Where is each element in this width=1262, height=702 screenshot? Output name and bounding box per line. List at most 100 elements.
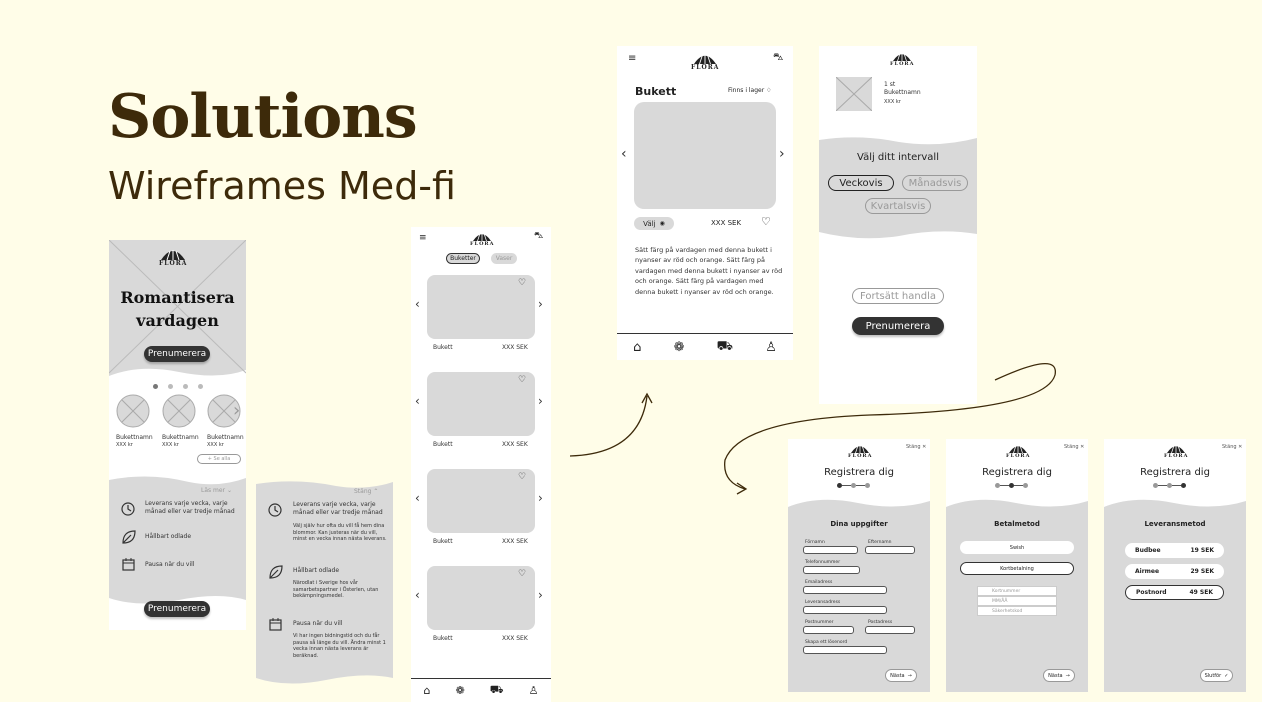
close-toggle[interactable]: Stäng ⌃ <box>354 488 378 495</box>
select-button[interactable]: Välj ◉ <box>634 217 674 230</box>
product-price: XXX SEK <box>711 219 742 227</box>
tab-bouquets[interactable]: Buketter <box>446 253 480 264</box>
feature-pause-title: Pausa när du vill <box>293 620 343 627</box>
subscribe-button[interactable]: Prenumerera <box>852 317 944 335</box>
product-card[interactable]: ♡ ‹ › Bukett XXX SEK <box>411 372 551 452</box>
interval-quarterly[interactable]: Kvartalsvis <box>865 198 931 214</box>
swish-option[interactable]: Swish <box>960 541 1074 554</box>
home-icon[interactable]: ⌂ <box>424 684 431 697</box>
zip-field[interactable] <box>803 626 854 634</box>
product-card[interactable]: ♡ ‹ › Bukett XXX SEK <box>411 275 551 355</box>
cvc-field[interactable]: Säkerhetskod <box>977 606 1057 616</box>
chevron-right-icon[interactable]: › <box>538 394 543 408</box>
hero-title: Romantisera vardagen <box>109 286 246 332</box>
frame-product-detail: ≡ FLORA ⛍ Bukett Finns i lager ♢ ‹ › Väl… <box>617 46 793 360</box>
product-name: Bukett <box>433 538 453 545</box>
flower-icon[interactable]: ❁ <box>456 684 465 697</box>
delivery-name: Budbee <box>1135 547 1161 554</box>
chevron-left-icon[interactable]: ‹ <box>621 146 627 162</box>
password-field[interactable] <box>803 646 887 654</box>
basket-icon[interactable]: ⛍ <box>534 231 543 242</box>
chevron-right-icon[interactable]: › <box>538 588 543 602</box>
next-button[interactable]: Nästa → <box>1043 669 1075 682</box>
product-card[interactable]: ♡ ‹ › Bukett XXX SEK <box>411 469 551 549</box>
select-label: Välj <box>643 219 656 228</box>
home-icon[interactable]: ⌂ <box>633 340 641 355</box>
cart-icon[interactable]: ⛟ <box>490 683 504 698</box>
close-button[interactable]: Stäng ✕ <box>1222 444 1242 450</box>
section-heading: Betalmetod <box>994 520 1040 528</box>
bell-icon: ♢ <box>766 87 772 94</box>
frame-register-step3: FLORA Stäng ✕ Registrera dig Leveransmet… <box>1104 439 1246 692</box>
chevron-right-icon[interactable]: › <box>538 491 543 505</box>
user-icon[interactable]: ♙ <box>765 340 777 355</box>
first-name-field[interactable] <box>803 546 858 554</box>
delivery-name: Postnord <box>1136 589 1167 596</box>
bouquet-card[interactable]: Bukettnamn XXX kr <box>116 394 153 448</box>
product-name: Bukett <box>433 635 453 642</box>
interval-weekly[interactable]: Veckovis <box>828 175 894 191</box>
page-subtitle: Wireframes Med-fi <box>108 164 456 208</box>
logo-text: FLORA <box>691 64 720 71</box>
chevron-right-icon[interactable]: › <box>779 146 785 162</box>
leaf-icon <box>122 530 136 544</box>
phone-field[interactable] <box>803 566 860 574</box>
chevron-left-icon[interactable]: ‹ <box>415 297 420 311</box>
product-price: XXX SEK <box>502 635 528 642</box>
heart-icon[interactable]: ♡ <box>518 569 526 579</box>
heart-icon[interactable]: ♡ <box>518 375 526 385</box>
see-all-label: Se alla <box>213 456 231 462</box>
bouquet-card[interactable]: Bukettnamn XXX kr <box>162 394 199 448</box>
basket-icon[interactable]: ⛍ <box>773 52 783 65</box>
delivery-option[interactable]: Postnord 49 SEK <box>1125 585 1224 600</box>
frame-register-step1: FLORA Stäng ✕ Registrera dig Dina uppgif… <box>788 439 930 692</box>
email-label: Emailadress <box>805 580 833 585</box>
chevron-right-icon[interactable]: › <box>233 400 240 421</box>
close-button[interactable]: Stäng ✕ <box>906 444 926 450</box>
subscribe-bottom-button[interactable]: Prenumerera <box>144 601 210 617</box>
product-card[interactable]: ♡ ‹ › Bukett XXX SEK <box>411 566 551 646</box>
chevron-left-icon[interactable]: ‹ <box>415 394 420 408</box>
chevron-right-icon[interactable]: › <box>538 297 543 311</box>
close-icon: ✕ <box>1080 444 1085 450</box>
last-name-field[interactable] <box>865 546 915 554</box>
card-option[interactable]: Kortbetalning <box>960 562 1074 575</box>
frame-catalog: ≡ FLORA ⛍ Buketter Vaser ♡ ‹ › Bukett XX… <box>411 227 551 702</box>
hamburger-menu-icon[interactable]: ≡ <box>628 53 636 64</box>
flora-logo: FLORA <box>1164 444 1188 459</box>
user-icon[interactable]: ♙ <box>529 684 539 697</box>
city-field[interactable] <box>865 626 915 634</box>
cart-icon[interactable]: ⛟ <box>717 339 733 356</box>
feature-sustainable-text: Närodlat i Sverige hos vår samarbetspart… <box>293 580 379 599</box>
chevron-up-icon: ⌃ <box>373 488 379 495</box>
subscribe-button[interactable]: Prenumerera <box>144 346 210 362</box>
heart-icon[interactable]: ♡ <box>518 278 526 288</box>
continue-shopping-button[interactable]: Fortsätt handla <box>852 288 944 304</box>
hamburger-menu-icon[interactable]: ≡ <box>419 233 427 243</box>
next-button[interactable]: Nästa → <box>885 669 917 682</box>
finish-button[interactable]: Slutför ✓ <box>1200 669 1233 682</box>
chevron-left-icon[interactable]: ‹ <box>415 491 420 505</box>
email-field[interactable] <box>803 586 887 594</box>
address-field[interactable] <box>803 606 887 614</box>
read-more-toggle[interactable]: Läs mer ⌄ <box>201 487 232 494</box>
expiry-field[interactable]: MM/ÅÅ <box>977 596 1057 606</box>
chevron-left-icon[interactable]: ‹ <box>415 588 420 602</box>
close-button[interactable]: Stäng ✕ <box>1064 444 1084 450</box>
tab-vases[interactable]: Vaser <box>491 253 517 264</box>
feature-delivery: Leverans varje vecka, varje månad eller … <box>145 500 235 515</box>
flora-flower-icon <box>161 250 186 260</box>
interval-monthly[interactable]: Månadsvis <box>902 175 968 191</box>
heart-icon[interactable]: ♡ <box>518 472 526 482</box>
delivery-option[interactable]: Airmee 29 SEK <box>1125 564 1224 579</box>
hero-title-line-2: vardagen <box>136 311 219 330</box>
see-all-button[interactable]: + Se alla <box>197 454 241 464</box>
close-label: Stäng <box>354 488 372 495</box>
product-image <box>634 102 776 209</box>
card-number-field[interactable]: Kortnummer <box>977 586 1057 596</box>
heart-icon[interactable]: ♡ <box>761 215 771 228</box>
flower-icon[interactable]: ❁ <box>674 340 685 355</box>
logo-text: FLORA <box>890 61 915 67</box>
delivery-option[interactable]: Budbee 19 SEK <box>1125 543 1224 558</box>
product-name: Bukett <box>433 344 453 351</box>
